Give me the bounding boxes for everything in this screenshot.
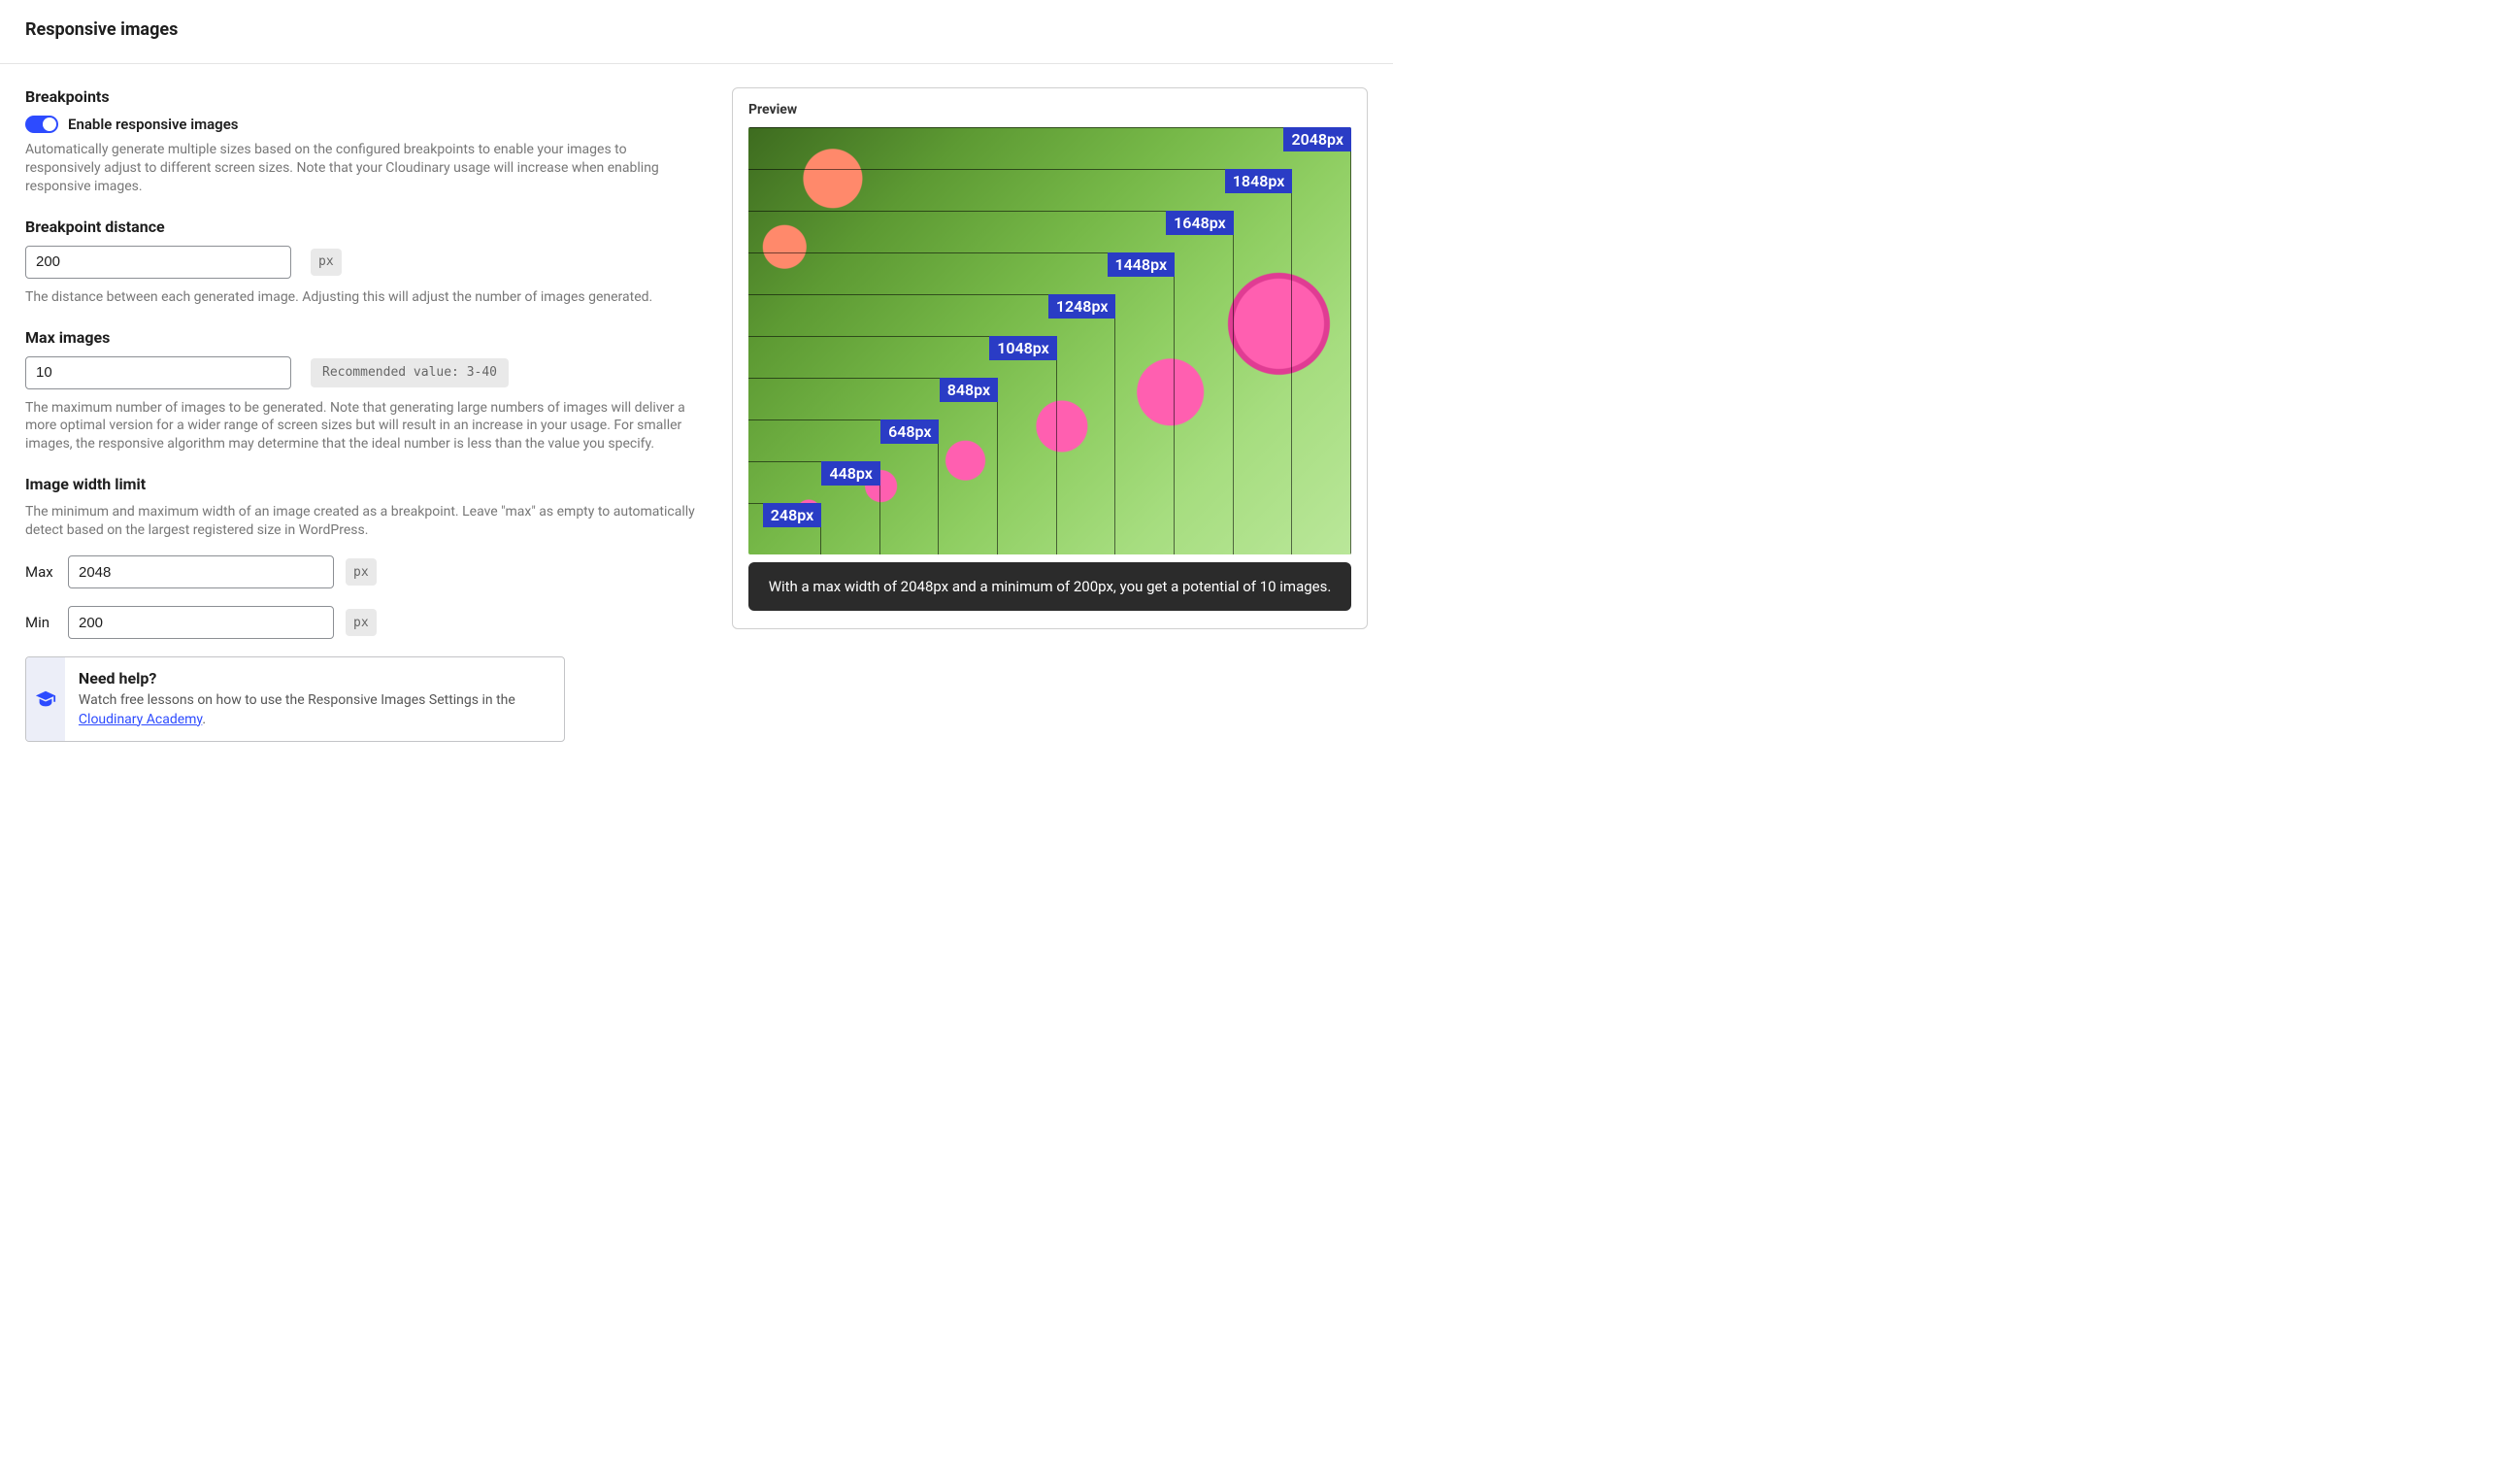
academy-icon [26, 657, 65, 741]
width-limit-label: Image width limit [25, 475, 705, 493]
max-width-label: Max [25, 563, 56, 581]
distance-input[interactable] [25, 246, 291, 279]
preview-caption: With a max width of 2048px and a minimum… [748, 562, 1351, 611]
breakpoints-title: Breakpoints [25, 87, 705, 106]
preview-panel: Preview 2048px 1848px 1648px 1448px 1248px 10… [732, 87, 1368, 629]
academy-link[interactable]: Cloudinary Academy [79, 712, 202, 727]
help-card-body: Watch free lessons on how to use the Res… [79, 691, 550, 729]
width-limit-help: The minimum and maximum width of an imag… [25, 503, 705, 540]
distance-label: Breakpoint distance [25, 218, 705, 236]
max-images-help: The maximum number of images to be gener… [25, 399, 705, 454]
divider [0, 63, 1393, 64]
preview-frame-label: 1848px [1225, 169, 1293, 193]
preview-frame-label: 1248px [1048, 294, 1116, 319]
preview-frame-label: 648px [880, 419, 939, 444]
preview-frame-label: 448px [821, 461, 879, 486]
max-width-input[interactable] [68, 555, 334, 588]
settings-column: Breakpoints Enable responsive images Aut… [25, 87, 705, 742]
preview-frame-label: 248px [763, 503, 821, 527]
preview-frame-label: 1448px [1108, 252, 1176, 277]
enable-responsive-label: Enable responsive images [68, 116, 239, 133]
max-width-unit: px [346, 558, 377, 586]
preview-image: 2048px 1848px 1648px 1448px 1248px 1048px 848p… [748, 127, 1351, 554]
enable-responsive-toggle[interactable] [25, 116, 58, 133]
preview-frame-label: 848px [940, 378, 998, 402]
max-images-label: Max images [25, 328, 705, 347]
preview-frame-label: 1648px [1166, 211, 1234, 235]
distance-unit: px [311, 249, 342, 276]
max-images-recommended: Recommended value: 3-40 [311, 358, 509, 387]
min-width-label: Min [25, 614, 56, 631]
help-card: Need help? Watch free lessons on how to … [25, 656, 565, 742]
help-card-title: Need help? [79, 669, 550, 688]
preview-title: Preview [748, 102, 1351, 117]
distance-help: The distance between each generated imag… [25, 288, 705, 307]
preview-frame-label: 2048px [1283, 127, 1351, 151]
preview-frame-label: 1048px [989, 336, 1057, 360]
max-images-input[interactable] [25, 356, 291, 389]
help-card-prefix: Watch free lessons on how to use the Res… [79, 692, 515, 708]
breakpoints-help: Automatically generate multiple sizes ba… [25, 141, 705, 196]
min-width-unit: px [346, 609, 377, 636]
help-card-suffix: . [202, 712, 206, 727]
page-title: Responsive images [25, 19, 1368, 63]
min-width-input[interactable] [68, 606, 334, 639]
preview-frame: 248px [748, 503, 821, 554]
